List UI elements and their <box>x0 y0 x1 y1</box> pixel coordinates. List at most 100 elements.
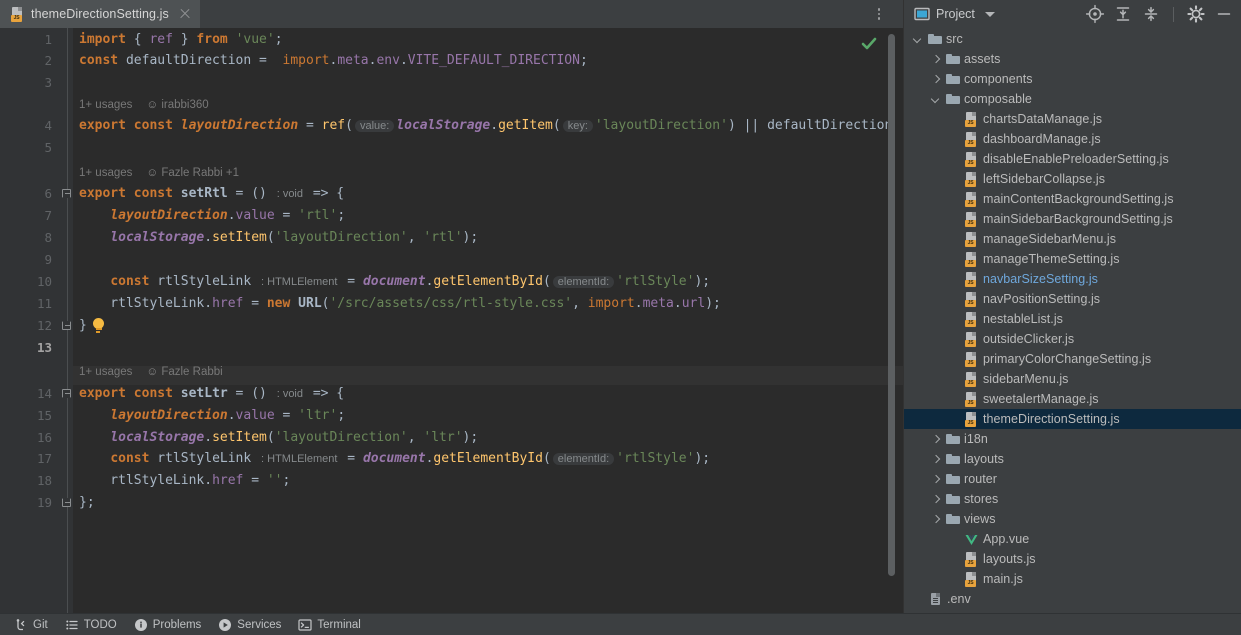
tree-folder-row[interactable]: router <box>904 469 1241 489</box>
tree-file-row[interactable]: JSdashboardManage.js <box>904 129 1241 149</box>
generic-file-icon <box>928 592 943 607</box>
line-number: 7 <box>2 206 52 225</box>
line-number: 4 <box>2 116 52 135</box>
tree-node-label: mainContentBackgroundSetting.js <box>983 192 1174 206</box>
tree-folder-row[interactable]: components <box>904 69 1241 89</box>
fold-toggle-icon[interactable] <box>62 316 73 335</box>
tree-folder-row[interactable]: src <box>904 29 1241 49</box>
js-file-icon: JS <box>964 152 979 167</box>
status-item-terminal[interactable]: Terminal <box>294 618 373 632</box>
editor-tab-bar: JS themeDirectionSetting.js <box>0 0 903 28</box>
tree-file-row[interactable]: JSnestableList.js <box>904 309 1241 329</box>
chevron-right-icon[interactable] <box>930 433 942 445</box>
settings-gear-icon[interactable] <box>1185 3 1207 25</box>
tree-file-row[interactable]: JSmain.js <box>904 569 1241 589</box>
chevron-right-icon[interactable] <box>930 513 942 525</box>
more-vertical-icon[interactable] <box>871 0 887 28</box>
tree-file-row[interactable]: JSlayouts.js <box>904 549 1241 569</box>
status-item-problems[interactable]: Problems <box>130 618 215 632</box>
status-item-git[interactable]: Git <box>10 618 61 632</box>
status-item-label: Git <box>33 619 48 631</box>
tree-node-label: mainSidebarBackgroundSetting.js <box>983 212 1173 226</box>
chevron-right-icon[interactable] <box>930 473 942 485</box>
tree-file-row[interactable]: JS outsideClicker.js <box>904 329 1241 349</box>
tree-file-row[interactable]: App.vue <box>904 529 1241 549</box>
lightbulb-icon[interactable] <box>91 317 107 335</box>
tree-node-label: outsideClicker.js <box>983 332 1074 346</box>
tree-node-label: chartsDataManage.js <box>983 112 1102 126</box>
green-check-icon[interactable] <box>861 37 877 51</box>
expand-all-icon[interactable] <box>1112 3 1134 25</box>
js-file-icon: JS <box>964 332 979 347</box>
status-item-todo[interactable]: TODO <box>61 618 130 632</box>
editor-tab-themeDirectionSetting[interactable]: JS themeDirectionSetting.js <box>0 0 200 28</box>
tree-file-row[interactable]: JSprimaryColorChangeSetting.js <box>904 349 1241 369</box>
folder-icon <box>946 92 960 106</box>
line-number: 1 <box>2 30 52 49</box>
code-line: localStorage.setItem('layoutDirection', … <box>79 228 478 247</box>
code-line: rtlStyleLink.href = ''; <box>79 471 290 490</box>
code-text-area[interactable]: import { ref } from 'vue';const defaultD… <box>73 28 903 613</box>
tree-node-label: primaryColorChangeSetting.js <box>983 352 1151 366</box>
js-file-icon: JS <box>964 312 979 327</box>
code-line: const rtlStyleLink : HTMLElement = docum… <box>79 272 710 291</box>
tree-file-row[interactable]: JS disableEnablePreloaderSetting.js <box>904 149 1241 169</box>
fold-toggle-icon[interactable] <box>62 493 73 512</box>
chevron-right-icon[interactable] <box>930 73 942 85</box>
chevron-down-icon[interactable] <box>912 33 924 45</box>
tree-folder-row[interactable]: composable <box>904 89 1241 109</box>
tree-file-row[interactable]: JSnavPositionSetting.js <box>904 289 1241 309</box>
line-number: 17 <box>2 449 52 468</box>
tree-node-label: manageThemeSetting.js <box>983 252 1120 266</box>
editor-pane: JS themeDirectionSetting.js 123456789101… <box>0 0 903 613</box>
tree-folder-row[interactable]: i18n <box>904 429 1241 449</box>
status-item-services[interactable]: Services <box>214 618 294 632</box>
line-number: 5 <box>2 138 52 157</box>
tree-file-row[interactable]: JSmanageSidebarMenu.js <box>904 229 1241 249</box>
chevron-right-icon[interactable] <box>930 53 942 65</box>
tree-node-label: src <box>946 32 963 46</box>
fold-toggle-icon[interactable] <box>62 184 73 203</box>
minimize-icon[interactable] <box>1213 3 1235 25</box>
tree-file-row[interactable]: JSthemeDirectionSetting.js <box>904 409 1241 429</box>
folder-icon <box>946 492 960 506</box>
js-file-icon: JS <box>964 252 979 267</box>
collapse-all-icon[interactable] <box>1140 3 1162 25</box>
tree-file-row[interactable]: .env <box>904 589 1241 609</box>
editor-vertical-scrollbar[interactable] <box>888 34 895 576</box>
tree-node-label: disableEnablePreloaderSetting.js <box>983 152 1169 166</box>
line-number-gutter[interactable]: 12345678910111213141516171819 <box>0 28 62 613</box>
tree-file-row[interactable]: JSmainSidebarBackgroundSetting.js <box>904 209 1241 229</box>
fold-toggle-icon[interactable] <box>62 384 73 403</box>
project-panel-header: Project <box>904 0 1241 28</box>
chevron-down-icon[interactable] <box>985 12 995 17</box>
project-tool-window: Project <box>903 0 1241 613</box>
locate-target-icon[interactable] <box>1084 3 1106 25</box>
tree-folder-row[interactable]: layouts <box>904 449 1241 469</box>
tree-folder-row[interactable]: views <box>904 509 1241 529</box>
code-folding-rail[interactable] <box>62 28 73 613</box>
project-window-icon <box>914 6 930 22</box>
editor-body: 12345678910111213141516171819 import { r… <box>0 28 903 613</box>
folder-icon <box>946 72 960 86</box>
project-file-tree[interactable]: srcassetscomponentscomposableJSchartsDat… <box>904 28 1241 613</box>
tree-file-row[interactable]: JSnavbarSizeSetting.js <box>904 269 1241 289</box>
project-panel-title: Project <box>936 7 975 21</box>
tree-file-row[interactable]: JS manageThemeSetting.js <box>904 249 1241 269</box>
js-file-icon: JS <box>964 572 979 587</box>
tree-file-row[interactable]: JSmainContentBackgroundSetting.js <box>904 189 1241 209</box>
tree-node-label: layouts.js <box>983 552 1036 566</box>
tree-file-row[interactable]: JSsidebarMenu.js <box>904 369 1241 389</box>
chevron-right-icon[interactable] <box>930 453 942 465</box>
tree-folder-row[interactable]: assets <box>904 49 1241 69</box>
tree-folder-row[interactable]: stores <box>904 489 1241 509</box>
tree-file-row[interactable]: JSchartsDataManage.js <box>904 109 1241 129</box>
folder-icon <box>946 432 960 446</box>
chevron-down-icon[interactable] <box>930 93 942 105</box>
tree-file-row[interactable]: JSsweetalertManage.js <box>904 389 1241 409</box>
chevron-right-icon[interactable] <box>930 493 942 505</box>
close-icon[interactable] <box>178 7 192 21</box>
tree-file-row[interactable]: JSleftSidebarCollapse.js <box>904 169 1241 189</box>
folder-icon <box>946 52 960 66</box>
line-number: 19 <box>2 493 52 512</box>
